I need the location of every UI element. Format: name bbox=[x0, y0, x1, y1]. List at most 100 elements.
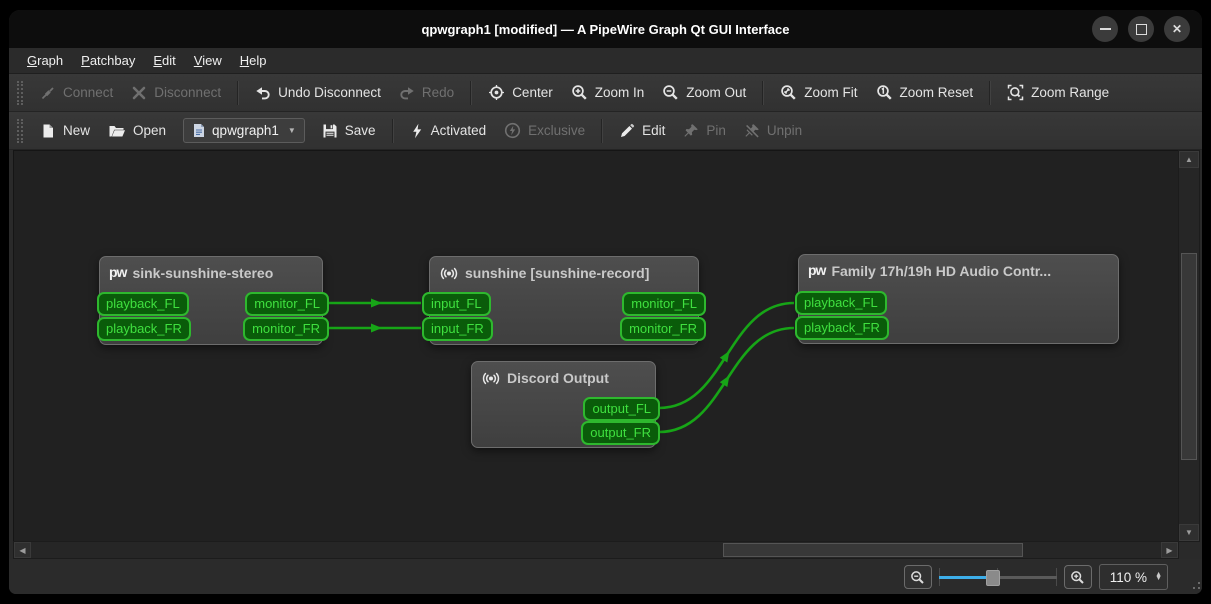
port-output[interactable]: monitor_FL bbox=[245, 292, 329, 316]
disconnect-icon bbox=[131, 85, 147, 101]
spin-down-icon[interactable]: ▼ bbox=[1155, 575, 1162, 582]
zoom-out-button[interactable]: Zoom Out bbox=[653, 78, 755, 107]
exclusive-button[interactable]: Exclusive bbox=[495, 116, 594, 145]
horizontal-scrollbar[interactable]: ◀ ▶ bbox=[13, 541, 1179, 559]
minimize-button[interactable] bbox=[1092, 16, 1118, 42]
scroll-down-icon: ▼ bbox=[1185, 528, 1193, 537]
pin-icon bbox=[683, 123, 699, 139]
node-title: sunshine [sunshine-record] bbox=[465, 265, 650, 281]
zoom-fit-icon bbox=[780, 84, 797, 101]
toolbar-separator bbox=[601, 118, 604, 143]
maximize-button[interactable] bbox=[1128, 16, 1154, 42]
new-button[interactable]: New bbox=[31, 117, 99, 145]
vertical-scrollbar[interactable]: ▲ ▼ bbox=[1178, 150, 1200, 542]
toolbar-file: New Open qpwgraph1 ▼ Save Activated Excl… bbox=[9, 112, 1202, 150]
scroll-left-button[interactable]: ◀ bbox=[14, 542, 31, 558]
toolbar-separator bbox=[237, 80, 240, 105]
zoom-in-button[interactable]: Zoom In bbox=[562, 78, 654, 107]
undo-icon bbox=[255, 85, 271, 101]
toolbar-separator bbox=[762, 80, 765, 105]
wire-arrow bbox=[371, 323, 382, 333]
patchbay-file-icon bbox=[192, 123, 206, 138]
save-button[interactable]: Save bbox=[313, 117, 385, 145]
scroll-down-button[interactable]: ▼ bbox=[1179, 524, 1199, 541]
scroll-up-button[interactable]: ▲ bbox=[1179, 151, 1199, 168]
node-sink-sunshine-stereo[interactable]: pw sink-sunshine-stereo playback_FL play… bbox=[97, 256, 329, 345]
scroll-right-button[interactable]: ▶ bbox=[1161, 542, 1178, 558]
node-discord-output[interactable]: Discord Output output_FL output_FR bbox=[471, 361, 660, 448]
vertical-scroll-thumb[interactable] bbox=[1181, 253, 1197, 460]
edit-button[interactable]: Edit bbox=[610, 117, 674, 145]
zoom-range-button[interactable]: Zoom Range bbox=[998, 78, 1118, 107]
port-output[interactable]: output_FL bbox=[583, 397, 660, 421]
chevron-down-icon: ▼ bbox=[287, 126, 296, 135]
graph-viewport[interactable]: pw sink-sunshine-stereo playback_FL play… bbox=[13, 150, 1179, 542]
patchbay-selector-value: qpwgraph1 bbox=[212, 123, 279, 138]
zoom-out-icon bbox=[911, 570, 924, 584]
slider-handle[interactable] bbox=[985, 570, 1000, 586]
menu-graph[interactable]: Graph bbox=[18, 50, 72, 71]
horizontal-scroll-thumb[interactable] bbox=[723, 543, 1023, 557]
unpin-icon bbox=[744, 123, 760, 139]
port-output[interactable]: monitor_FR bbox=[243, 317, 329, 341]
close-icon: ✕ bbox=[1171, 22, 1183, 36]
menu-patchbay[interactable]: Patchbay bbox=[72, 50, 144, 71]
statusbar-zoom-in-button[interactable] bbox=[1063, 565, 1092, 589]
connect-button[interactable]: Connect bbox=[31, 79, 122, 107]
undo-disconnect-button[interactable]: Undo Disconnect bbox=[246, 79, 390, 107]
menu-help[interactable]: Help bbox=[231, 50, 276, 71]
application-window: qpwgraph1 [modified] — A PipeWire Graph … bbox=[9, 10, 1202, 594]
redo-button[interactable]: Redo bbox=[390, 79, 463, 107]
toolbar-separator bbox=[470, 80, 473, 105]
maximize-icon bbox=[1135, 23, 1147, 35]
zoom-in-icon bbox=[571, 84, 588, 101]
zoom-in-icon bbox=[1071, 570, 1084, 584]
open-button[interactable]: Open bbox=[99, 117, 175, 145]
pipewire-icon: pw bbox=[109, 264, 127, 280]
port-input[interactable]: input_FL bbox=[422, 292, 491, 316]
zoom-percent-spinbox[interactable]: 110 % ▲ ▼ bbox=[1098, 564, 1168, 590]
disconnect-button[interactable]: Disconnect bbox=[122, 79, 230, 107]
activated-button[interactable]: Activated bbox=[401, 117, 496, 145]
toolbar-drag-handle[interactable] bbox=[17, 118, 23, 143]
center-button[interactable]: Center bbox=[479, 78, 562, 107]
unpin-button[interactable]: Unpin bbox=[735, 117, 811, 145]
node-title: Discord Output bbox=[507, 370, 609, 386]
node-sunshine-record[interactable]: sunshine [sunshine-record] input_FL inpu… bbox=[422, 256, 706, 345]
port-output[interactable]: monitor_FL bbox=[622, 292, 706, 316]
port-input[interactable]: playback_FL bbox=[97, 292, 189, 316]
close-button[interactable]: ✕ bbox=[1164, 16, 1190, 42]
port-input[interactable]: input_FR bbox=[422, 317, 493, 341]
minimize-icon bbox=[1099, 28, 1111, 30]
menu-edit[interactable]: Edit bbox=[144, 50, 184, 71]
save-icon bbox=[322, 123, 338, 139]
port-output[interactable]: monitor_FR bbox=[620, 317, 706, 341]
zoom-range-icon bbox=[1007, 84, 1024, 101]
scroll-up-icon: ▲ bbox=[1185, 155, 1193, 164]
stream-icon bbox=[439, 266, 459, 281]
zoom-reset-icon bbox=[876, 84, 893, 101]
patchbay-selector[interactable]: qpwgraph1 ▼ bbox=[183, 118, 305, 143]
menu-view[interactable]: View bbox=[185, 50, 231, 71]
statusbar-zoom-out-button[interactable] bbox=[903, 565, 932, 589]
port-output[interactable]: output_FR bbox=[581, 421, 660, 445]
activated-bolt-icon bbox=[410, 123, 424, 139]
center-icon bbox=[488, 84, 505, 101]
zoom-slider[interactable] bbox=[938, 566, 1057, 588]
port-input[interactable]: playback_FR bbox=[795, 316, 889, 340]
window-title: qpwgraph1 [modified] — A PipeWire Graph … bbox=[421, 21, 790, 37]
port-input[interactable]: playback_FL bbox=[795, 291, 887, 315]
toolbar-separator bbox=[989, 80, 992, 105]
scroll-left-icon: ◀ bbox=[19, 545, 26, 555]
title-bar[interactable]: qpwgraph1 [modified] — A PipeWire Graph … bbox=[9, 10, 1202, 48]
port-input[interactable]: playback_FR bbox=[97, 317, 191, 341]
node-family-hd-audio[interactable]: pw Family 17h/19h HD Audio Contr... play… bbox=[795, 254, 1119, 344]
zoom-fit-button[interactable]: Zoom Fit bbox=[771, 78, 866, 107]
pin-button[interactable]: Pin bbox=[674, 117, 735, 145]
open-folder-icon bbox=[108, 123, 126, 139]
toolbar-drag-handle[interactable] bbox=[17, 80, 23, 105]
graph-canvas-area: pw sink-sunshine-stereo playback_FL play… bbox=[9, 150, 1202, 559]
pipewire-icon: pw bbox=[808, 262, 826, 278]
zoom-reset-button[interactable]: Zoom Reset bbox=[867, 78, 983, 107]
resize-grip[interactable] bbox=[1193, 587, 1195, 589]
